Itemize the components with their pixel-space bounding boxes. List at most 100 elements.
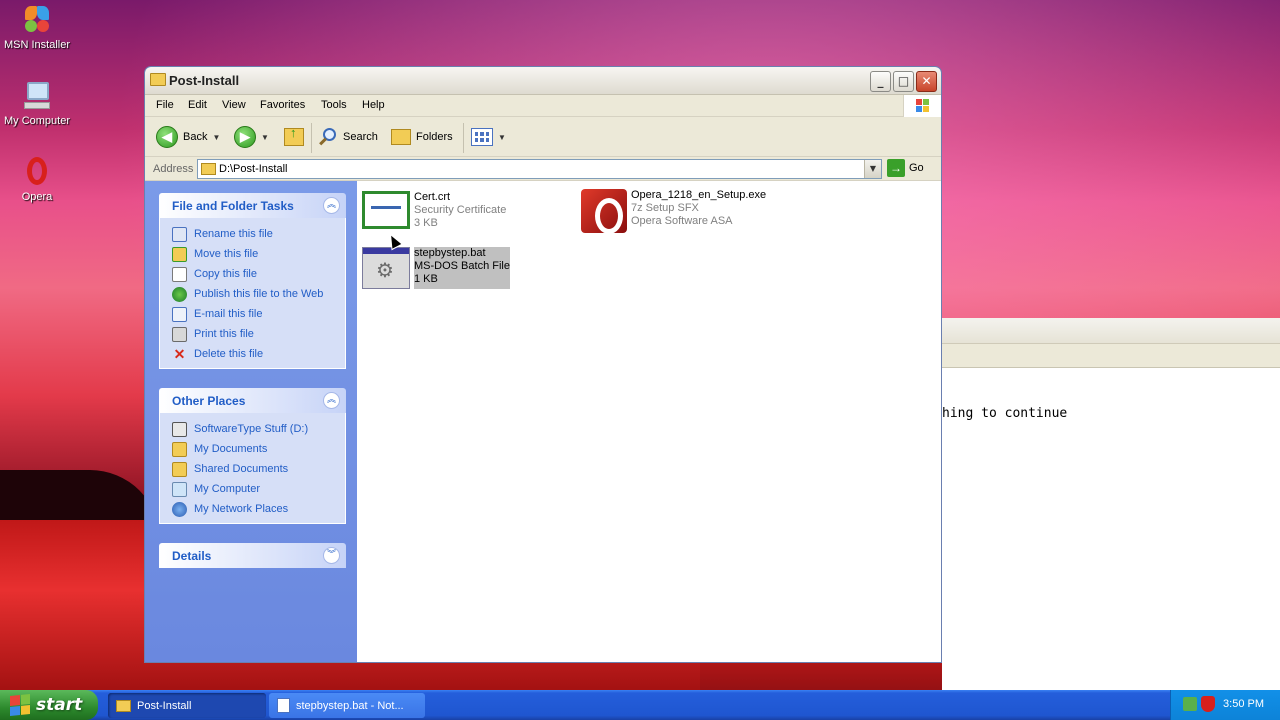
start-button[interactable]: start <box>0 690 98 720</box>
other-places-panel: Other Places ︽ SoftwareType Stuff (D:) M… <box>159 388 346 524</box>
task-label: Move this file <box>194 248 259 260</box>
panel-body: Rename this file Move this file Copy thi… <box>159 218 346 369</box>
clock[interactable]: 3:50 PM <box>1223 698 1264 710</box>
panel-header[interactable]: Details ︾ <box>159 543 346 568</box>
opera-installer-icon <box>581 189 627 234</box>
start-label: start <box>36 695 83 715</box>
go-label: Go <box>909 162 924 174</box>
tray-security-shield-icon[interactable] <box>1201 696 1215 712</box>
notepad-window[interactable]: hing to continue <box>942 318 1280 690</box>
file-type: 7z Setup SFX <box>631 202 699 214</box>
panel-title: Details <box>172 549 212 563</box>
file-list[interactable]: Cert.crt Security Certificate 3 KB Opera… <box>357 181 941 662</box>
print-icon <box>172 326 187 342</box>
place-my-network-places[interactable]: My Network Places <box>160 499 345 519</box>
address-input[interactable]: D:\Post-Install ▼ <box>197 159 882 179</box>
task-label: E-mail this file <box>194 308 263 320</box>
chevron-down-icon[interactable]: ▼ <box>212 133 220 142</box>
desktop-icon-opera[interactable]: Opera <box>0 156 74 203</box>
panel-header[interactable]: Other Places ︽ <box>159 388 346 413</box>
menu-view[interactable]: View <box>222 99 246 111</box>
taskbar-item-post-install[interactable]: Post-Install <box>108 693 266 718</box>
task-delete[interactable]: ✕ Delete this file <box>160 344 345 364</box>
folders-icon <box>391 129 411 145</box>
task-rename[interactable]: Rename this file <box>160 224 345 244</box>
task-label: Copy this file <box>194 268 257 280</box>
panel-body: SoftwareType Stuff (D:) My Documents Sha… <box>159 413 346 524</box>
task-print[interactable]: Print this file <box>160 324 345 344</box>
toolbar-separator <box>463 123 464 153</box>
details-panel: Details ︾ <box>159 543 346 568</box>
desktop-icon-msn-installer[interactable]: MSN Installer <box>0 4 74 51</box>
menu-help[interactable]: Help <box>362 99 385 111</box>
desktop-icon-my-computer[interactable]: My Computer <box>0 80 74 127</box>
taskbar-item-label: stepbystep.bat - Not... <box>296 699 404 712</box>
folders-button[interactable]: Folders <box>391 124 453 150</box>
folder-icon <box>172 461 187 477</box>
menu-tools[interactable]: Tools <box>321 99 347 111</box>
taskbar-item-notepad[interactable]: stepbystep.bat - Not... <box>269 693 425 718</box>
file-name: Opera_1218_en_Setup.exe <box>631 189 767 201</box>
panel-header[interactable]: File and Folder Tasks ︽ <box>159 193 346 218</box>
place-my-computer[interactable]: My Computer <box>160 479 345 499</box>
task-publish[interactable]: Publish this file to the Web <box>160 284 345 304</box>
menu-file[interactable]: File <box>156 99 174 111</box>
titlebar[interactable]: Post-Install _ □ ✕ <box>145 67 941 95</box>
task-copy[interactable]: Copy this file <box>160 264 345 284</box>
network-icon <box>172 501 187 517</box>
tray-network-icon[interactable] <box>1183 697 1197 711</box>
go-button[interactable]: → Go <box>887 159 924 177</box>
menu-edit[interactable]: Edit <box>188 99 207 111</box>
delete-icon: ✕ <box>173 345 186 362</box>
place-my-documents[interactable]: My Documents <box>160 439 345 459</box>
address-label: Address <box>153 163 194 175</box>
certificate-icon <box>362 191 410 229</box>
task-email[interactable]: E-mail this file <box>160 304 345 324</box>
forward-button[interactable]: ▶ ▼ <box>234 124 269 150</box>
folder-icon <box>150 73 166 86</box>
taskbar: start Post-Install stepbystep.bat - Not.… <box>0 690 1280 720</box>
chevron-down-icon[interactable]: ▼ <box>864 160 881 178</box>
menu-favorites[interactable]: Favorites <box>260 99 305 111</box>
chevron-down-icon[interactable]: ▼ <box>498 133 506 142</box>
move-icon <box>172 246 187 262</box>
opera-icon <box>21 156 53 188</box>
file-info: Cert.crt Security Certificate 3 KB <box>414 191 506 230</box>
file-company: Opera Software ASA <box>631 215 733 227</box>
globe-icon <box>172 286 187 302</box>
toolbar-separator <box>311 123 312 153</box>
forward-arrow-icon: ▶ <box>234 126 256 148</box>
up-folder-button[interactable]: ↑ <box>284 124 304 150</box>
file-item-stepbystep[interactable]: stepbystep.bat MS-DOS Batch File 1 KB <box>362 247 510 289</box>
collapse-chevron-icon[interactable]: ︽ <box>323 392 340 409</box>
place-label: My Computer <box>194 483 261 495</box>
maximize-button[interactable]: □ <box>893 71 914 92</box>
task-move[interactable]: Move this file <box>160 244 345 264</box>
collapse-chevron-icon[interactable]: ︽ <box>323 197 340 214</box>
views-button[interactable]: ▼ <box>471 124 506 150</box>
close-button[interactable]: ✕ <box>916 71 937 92</box>
desktop-icon-label: My Computer <box>3 115 71 127</box>
back-button[interactable]: ◀ Back ▼ <box>156 124 220 150</box>
file-info: Opera_1218_en_Setup.exe 7z Setup SFX Ope… <box>631 189 766 233</box>
folder-icon <box>116 699 131 712</box>
up-folder-icon: ↑ <box>284 125 304 146</box>
notepad-text[interactable]: hing to continue <box>942 406 1067 421</box>
place-label: Shared Documents <box>194 463 289 475</box>
place-shared-documents[interactable]: Shared Documents <box>160 459 345 479</box>
file-item-cert[interactable]: Cert.crt Security Certificate 3 KB <box>362 191 506 230</box>
taskbar-item-label: Post-Install <box>137 699 192 712</box>
minimize-button[interactable]: _ <box>870 71 891 92</box>
search-label: Search <box>343 131 378 143</box>
expand-chevron-icon[interactable]: ︾ <box>323 547 340 564</box>
explorer-window[interactable]: Post-Install _ □ ✕ File Edit View Favori… <box>144 66 942 663</box>
task-label: Print this file <box>194 328 254 340</box>
chevron-down-icon[interactable]: ▼ <box>261 133 269 142</box>
place-drive-d[interactable]: SoftwareType Stuff (D:) <box>160 419 345 439</box>
desktop-icon-label: Opera <box>21 191 53 203</box>
search-button[interactable]: Search <box>318 124 378 150</box>
file-item-opera-setup[interactable]: Opera_1218_en_Setup.exe 7z Setup SFX Ope… <box>581 189 766 234</box>
task-pane: File and Folder Tasks ︽ Rename this file… <box>145 181 357 662</box>
folders-label: Folders <box>416 131 453 143</box>
notepad-titlebar[interactable] <box>942 318 1280 344</box>
